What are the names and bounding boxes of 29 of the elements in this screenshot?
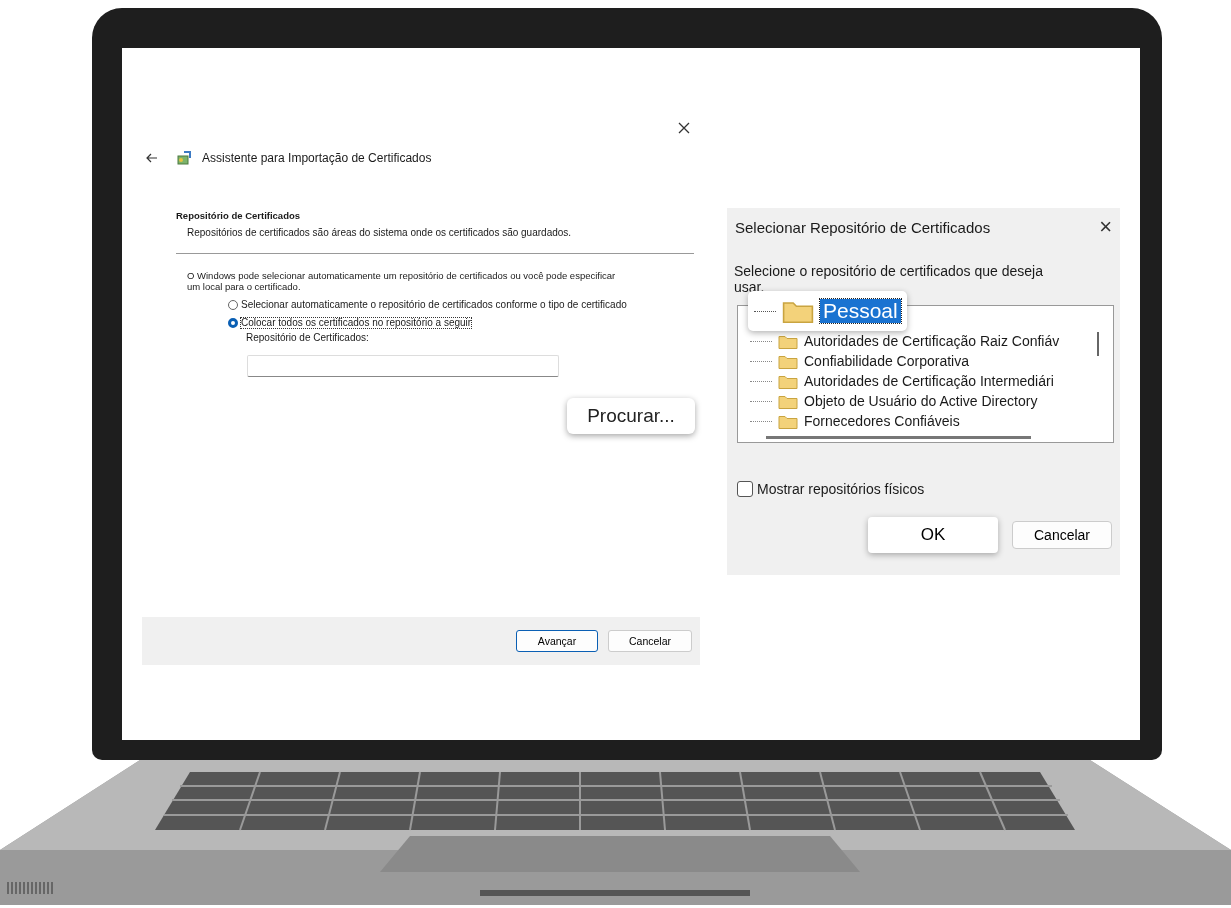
store-label: Repositório de Certificados:	[246, 332, 370, 343]
store-item[interactable]: Autoridades de Certificação Intermediári	[750, 371, 1113, 391]
checkbox-label[interactable]: Mostrar repositórios físicos	[757, 481, 925, 497]
back-arrow-icon[interactable]	[146, 153, 158, 163]
store-item[interactable]: Confiabilidade Corporativa	[750, 351, 1113, 371]
intro-text: O Windows pode selecionar automaticamente um repositório de certificados ou você pode especificar um local para o certificado.	[187, 270, 617, 292]
wizard-title: Assistente para Importação de Certificados	[202, 151, 432, 165]
browse-button[interactable]: Procurar...	[567, 398, 695, 434]
section-heading: Repositório de Certificados	[176, 210, 302, 221]
radio-label[interactable]: Selecionar automaticamente o repositório de certificados conforme o tipo de certificado	[241, 300, 641, 310]
dialog-button[interactable]: Cancelar	[1012, 521, 1112, 549]
dialog-title: Selecionar Repositório de Certificados	[735, 218, 991, 236]
store-item[interactable]: Fornecedores Confiáveis	[750, 411, 1113, 431]
store-item[interactable]: Objeto de Usuário do Active Directory	[750, 391, 1113, 411]
radio-label[interactable]: Colocar todos os certificados no repositório a seguir	[241, 318, 472, 328]
dialog-button[interactable]: Avançar	[516, 630, 598, 652]
store-input-field[interactable]	[247, 355, 559, 377]
store-item[interactable]: Pessoal	[748, 291, 907, 331]
radio-button[interactable]	[228, 318, 238, 328]
store-item[interactable]: Autoridades de Certificação Raiz Confiáv	[750, 331, 1113, 351]
checkbox[interactable]	[737, 481, 753, 497]
dialog-button[interactable]: Cancelar	[608, 630, 692, 652]
close-icon[interactable]	[678, 122, 690, 134]
certificate-icon	[176, 150, 192, 166]
close-button[interactable]: ×	[1099, 216, 1112, 238]
section-description: Repositórios de certificados são áreas do sistema onde os certificados são guardados.	[187, 227, 573, 238]
dialog-button[interactable]: OK	[868, 517, 998, 553]
scrollbar-thumb[interactable]	[766, 436, 1031, 439]
scrollbar-thumb[interactable]	[1097, 332, 1099, 356]
